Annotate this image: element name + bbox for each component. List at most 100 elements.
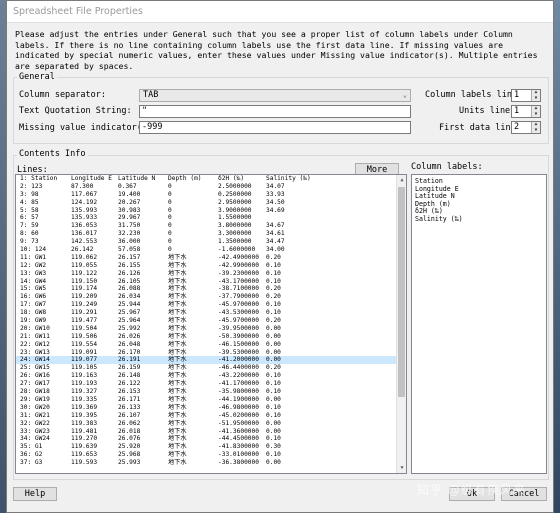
line-cell: 地下水	[168, 380, 187, 388]
line-row[interactable]: 16: GW6 119.209 26.034 地下水 -37.7900000 0.20	[16, 293, 406, 301]
column-separator-label: Column separator:	[19, 90, 106, 100]
line-row[interactable]: 10: 124 26.142 57.058 0 -1.6000000 34.00	[16, 246, 406, 254]
line-row[interactable]: 2: 123 87.300 0.367 0 2.5000000 34.07	[16, 183, 406, 191]
line-row[interactable]: 15: GW5 119.174 26.088 地下水 -38.7100000 0.20	[16, 285, 406, 293]
line-cell: 25.968	[118, 451, 141, 459]
line-cell: 19: GW9	[20, 317, 47, 325]
line-row[interactable]: 26: GW16 119.163 26.148 地下水 -43.2200000 0.10	[16, 372, 406, 380]
line-cell: 1.3500000	[218, 238, 252, 246]
line-cell: 20: GW10	[20, 324, 50, 332]
line-cell: 7: 59	[20, 222, 39, 230]
line-row[interactable]: 17: GW7 119.249 25.944 地下水 -45.9700000 0.10	[16, 301, 406, 309]
line-row[interactable]: 4: 85 124.192 20.267 0 2.9500000 34.50	[16, 199, 406, 207]
line-cell: -39.2300000	[218, 269, 259, 277]
text-quotation-input[interactable]: "	[139, 105, 411, 118]
line-row[interactable]: 32: GW22 119.383 26.062 地下水 -51.9500000 0.00	[16, 420, 406, 428]
line-row[interactable]: 29: GW19 119.335 26.171 地下水 -44.1900000 0.00	[16, 396, 406, 404]
first-data-line-spinner[interactable]: 2 ▲ ▼	[511, 121, 541, 134]
line-row[interactable]: 9: 73 142.553 36.000 0 1.3500000 34.47	[16, 238, 406, 246]
line-row[interactable]: 1: Station Longitude E Latitude N Depth (m)…	[16, 175, 406, 183]
first-data-line-value: 2	[514, 122, 520, 132]
line-cell: 25.920	[118, 443, 141, 451]
line-cell: 26.076	[118, 435, 141, 443]
line-row[interactable]: 28: GW18 119.327 26.153 地下水 -35.9800000 0.10	[16, 388, 406, 396]
line-row[interactable]: 5: 58 135.993 30.983 0 3.9000000 34.69	[16, 207, 406, 215]
line-cell: 26.062	[118, 419, 141, 427]
line-cell: 11: GW1	[20, 253, 47, 261]
lines-list[interactable]: 1: Station Longitude E Latitude N Depth (m)…	[15, 174, 407, 474]
line-row[interactable]: 25: GW15 119.105 26.159 地下水 -46.4400000 0.20	[16, 364, 406, 372]
line-cell: 3.3000000	[218, 230, 252, 238]
line-row[interactable]: 23: GW13 119.091 26.170 地下水 -39.5300000 0.00	[16, 349, 406, 357]
line-row[interactable]: 35: G1 119.639 25.920 地下水 -41.8300000 0.30	[16, 443, 406, 451]
line-cell: 34.50	[266, 198, 285, 206]
line-row[interactable]: 3: 98 117.067 19.400 0 0.2500000 33.93	[16, 191, 406, 199]
column-labels-line-spinner[interactable]: 1 ▲ ▼	[511, 89, 541, 102]
line-row[interactable]: 20: GW10 119.504 25.992 地下水 -39.9500000 0.00	[16, 325, 406, 333]
line-cell: 26.170	[118, 348, 141, 356]
line-row[interactable]: 34: GW24 119.270 26.076 地下水 -44.4500000 0.10	[16, 435, 406, 443]
line-cell: 26.159	[118, 364, 141, 372]
line-row[interactable]: 36: G2 119.653 25.968 地下水 -33.0100000 0.10	[16, 451, 406, 459]
line-cell: 119.327	[71, 388, 98, 396]
line-row[interactable]: 6: 57 135.933 29.967 0 1.5500000	[16, 214, 406, 222]
down-triangle-icon[interactable]: ▼	[532, 128, 540, 134]
line-cell: 0.20	[266, 253, 281, 261]
line-row[interactable]: 27: GW17 119.193 26.122 地下水 -41.1700000 0.10	[16, 380, 406, 388]
line-cell: 119.291	[71, 309, 98, 317]
line-cell: 地下水	[168, 459, 187, 467]
line-cell: 119.639	[71, 443, 98, 451]
line-cell: 3: 98	[20, 190, 39, 198]
line-row[interactable]: 8: 60 136.017 32.230 0 3.3000000 34.61	[16, 230, 406, 238]
line-row[interactable]: 7: 59 136.053 31.750 0 3.8000000 34.67	[16, 222, 406, 230]
line-cell: 119.055	[71, 261, 98, 269]
line-cell: -33.0100000	[218, 451, 259, 459]
line-cell: 124.192	[71, 198, 98, 206]
lines-scrollbar[interactable]: ▲ ▼	[396, 175, 406, 473]
scroll-thumb[interactable]	[398, 187, 405, 397]
line-cell: 地下水	[168, 261, 187, 269]
line-row[interactable]: 37: G3 119.593 25.993 地下水 -36.3800000 0.00	[16, 459, 406, 467]
down-triangle-icon[interactable]: ▼	[532, 112, 540, 118]
line-cell: 34.61	[266, 230, 285, 238]
line-row[interactable]: 12: GW2 119.055 26.155 地下水 -42.9900000 0.10	[16, 262, 406, 270]
line-cell: 0.00	[266, 419, 281, 427]
units-line-spinner[interactable]: 1 ▲ ▼	[511, 105, 541, 118]
scroll-down-icon[interactable]: ▼	[397, 463, 406, 473]
line-row[interactable]: 31: GW21 119.395 26.107 地下水 -45.0200000 0.10	[16, 412, 406, 420]
line-cell: 26.048	[118, 340, 141, 348]
help-button[interactable]: Help	[13, 487, 57, 501]
line-cell: 32.230	[118, 230, 141, 238]
down-triangle-icon[interactable]: ▼	[532, 96, 540, 102]
line-row[interactable]: 21: GW11 119.506 26.026 地下水 -50.3900000 0.00	[16, 333, 406, 341]
line-cell: 21: GW11	[20, 332, 50, 340]
column-label-item[interactable]: Salinity (‰)	[415, 215, 543, 224]
line-row[interactable]: 13: GW3 119.122 26.126 地下水 -39.2300000 0.10	[16, 270, 406, 278]
line-row[interactable]: 24: GW14 119.077 26.191 地下水 -41.2000000 0.00	[16, 356, 406, 365]
line-cell: 26.142	[71, 246, 94, 254]
line-cell: 31: GW21	[20, 411, 50, 419]
column-separator-select[interactable]: TAB ⌄	[139, 89, 411, 102]
line-cell: 37: G3	[20, 459, 43, 467]
line-cell: 0.10	[266, 309, 281, 317]
scroll-up-icon[interactable]: ▲	[397, 175, 406, 185]
line-row[interactable]: 33: GW23 119.481 26.018 地下水 -41.3600000 0.00	[16, 428, 406, 436]
column-labels-list[interactable]: Station Longitude E Latitude N Depth (m) δ2H…	[411, 174, 547, 474]
line-row[interactable]: 22: GW12 119.554 26.048 地下水 -46.1500000 0.00	[16, 341, 406, 349]
line-cell: 0.00	[266, 459, 281, 467]
line-row[interactable]: 18: GW8 119.291 25.967 地下水 -43.5300000 0.10	[16, 309, 406, 317]
line-cell: 0.00	[266, 427, 281, 435]
units-line-value: 1	[514, 106, 520, 116]
line-row[interactable]: 11: GW1 119.062 26.157 地下水 -42.4900000 0.20	[16, 254, 406, 262]
line-cell: 30.983	[118, 206, 141, 214]
line-row[interactable]: 19: GW9 119.477 25.964 地下水 -45.9700000 0.20	[16, 317, 406, 325]
line-cell: 22: GW12	[20, 340, 50, 348]
line-cell: 地下水	[168, 269, 187, 277]
line-cell: 119.249	[71, 301, 98, 309]
contents-info-label: Contents Info	[17, 149, 88, 159]
line-row[interactable]: 14: GW4 119.150 26.105 地下水 -43.1700000 0.10	[16, 278, 406, 286]
line-cell: 17: GW7	[20, 301, 47, 309]
line-row[interactable]: 30: GW20 119.369 26.133 地下水 -46.9800000 0.10	[16, 404, 406, 412]
watermark: 知乎 @纵有疾风来	[417, 483, 526, 497]
missing-value-input[interactable]: -999	[139, 121, 411, 134]
